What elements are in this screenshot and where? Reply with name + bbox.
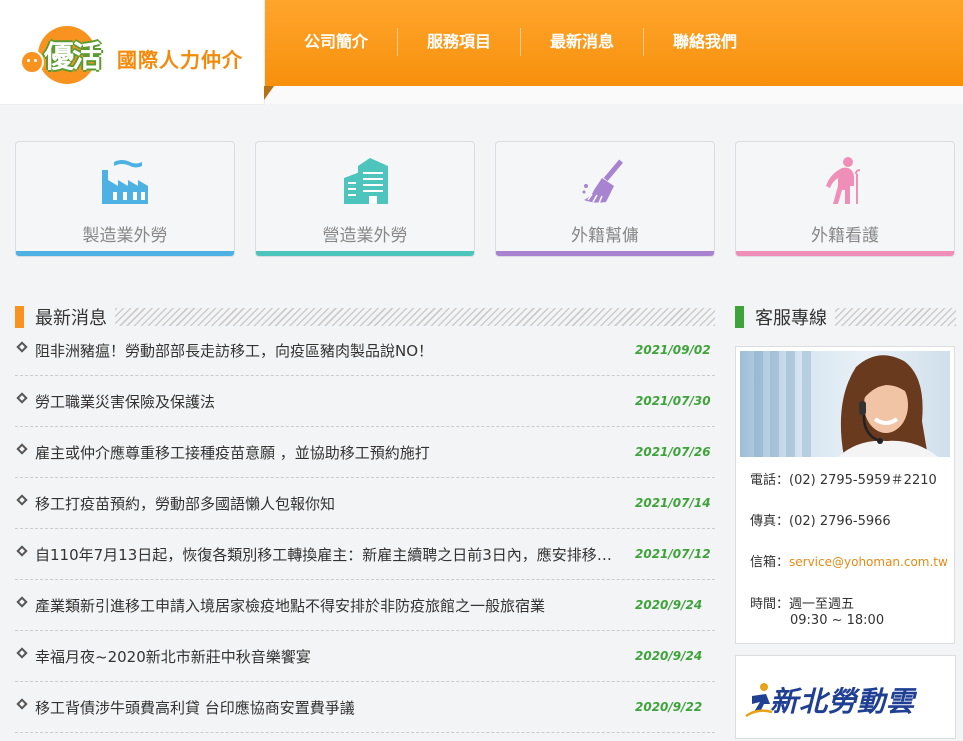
news-item[interactable]: 自110年7月13日起，恢復各類別移工轉換雇主：新雇主續聘之日前3日內，應安排移…: [15, 529, 715, 580]
news-item-date: 2021/07/12: [635, 547, 711, 561]
category-label: 營造業外勞: [322, 226, 408, 246]
category-underline: [496, 251, 714, 256]
news-item-title[interactable]: 自110年7月13日起，恢復各類別移工轉換雇主：新雇主續聘之日前3日內，應安排移…: [35, 544, 620, 565]
diamond-bullet-icon: [16, 443, 28, 455]
category-underline: [736, 251, 954, 256]
service-email-link[interactable]: service@yohoman.com.tw: [789, 555, 948, 569]
site-logo[interactable]: 優活 國際人力仲介: [0, 0, 264, 104]
news-item-title[interactable]: 阻非洲豬瘟！勞動部部長走訪移工，向疫區豬肉製品說NO！: [35, 340, 620, 361]
elder-icon: [826, 157, 861, 204]
news-item[interactable]: 勞工職業災害保險及保護法 2021/07/30: [15, 376, 715, 427]
service-phone: 電話：(02) 2795-5959＃2210: [750, 473, 937, 488]
news-item[interactable]: 產業類新引進移工申請入境居家檢疫地點不得安排於非防疫旅館之一般旅宿業 2020/…: [15, 580, 715, 631]
main-nav: 公司簡介 服務項目 最新消息 聯絡我們: [275, 28, 766, 56]
service-section-title: 客服專線: [735, 306, 956, 329]
nav-news[interactable]: 最新消息: [521, 28, 645, 56]
logo-face-icon: [20, 50, 44, 74]
photo-blind: [754, 351, 763, 457]
category-label: 製造業外勞: [82, 226, 168, 246]
news-item[interactable]: 移工背債涉牛頭費高利貸 台印應協商安置費爭議 2020/9/22: [15, 682, 715, 733]
photo-blind: [770, 351, 779, 457]
service-email-label: 信箱：: [750, 555, 790, 570]
news-item-title[interactable]: 移工背債涉牛頭費高利貸 台印應協商安置費爭議: [35, 697, 620, 718]
broom-icon: [582, 159, 624, 204]
news-item-title[interactable]: 幸福月夜~2020新北市新莊中秋音樂饗宴: [35, 646, 620, 667]
service-hours-time: 09:30 ~ 18:00: [790, 613, 885, 628]
news-item[interactable]: 移工打疫苗預約，勞動部多國語懶人包報你知 2021/07/14: [15, 478, 715, 529]
news-item-title[interactable]: 勞工職業災害保險及保護法: [35, 391, 620, 412]
news-item-date: 2020/9/22: [635, 700, 703, 714]
factory-icon: [102, 160, 148, 204]
service-email-line: 信箱：service@yohoman.com.tw: [750, 551, 948, 570]
service-agent-photo: [740, 351, 950, 457]
service-title-mark: [735, 306, 744, 328]
news-item-date: 2021/07/14: [635, 496, 711, 510]
category-underline: [256, 251, 474, 256]
service-fax: 傳真：(02) 2796-5966: [750, 514, 891, 529]
nav-services[interactable]: 服務項目: [398, 28, 522, 56]
category-label: 外籍幫傭: [571, 226, 639, 246]
building-icon: [344, 158, 388, 204]
news-item[interactable]: 雇主或仲介應尊重移工接種疫苗意願 ，並協助移工預約施打 2021/07/26: [15, 427, 715, 478]
diamond-bullet-icon: [16, 698, 28, 710]
nav-contact[interactable]: 聯絡我們: [644, 28, 766, 56]
news-item[interactable]: 阻非洲豬瘟！勞動部部長走訪移工，向疫區豬肉製品說NO！ 2021/09/02: [15, 325, 715, 376]
photo-blind: [802, 351, 811, 457]
category-card-caregiver[interactable]: 外籍看護: [735, 141, 955, 257]
diamond-bullet-icon: [16, 341, 28, 353]
logo-text: 國際人力仲介: [117, 48, 243, 72]
category-label: 外籍看護: [811, 226, 879, 246]
category-card-construction[interactable]: 營造業外勞: [255, 141, 475, 257]
news-item-date: 2020/9/24: [635, 649, 703, 663]
news-title-hatch: [115, 308, 715, 326]
category-underline: [16, 251, 234, 256]
service-title: 客服專線: [755, 308, 827, 329]
news-item-title[interactable]: 移工打疫苗預約，勞動部多國語懶人包報你知: [35, 493, 620, 514]
ntpc-labor-cloud-banner[interactable]: 新北勞動雲: [735, 655, 956, 739]
site-header: 優活 國際人力仲介 公司簡介 服務項目 最新消息 聯絡我們: [0, 0, 963, 104]
news-item-date: 2021/09/02: [635, 343, 711, 357]
news-item-date: 2021/07/26: [635, 445, 711, 459]
photo-blind: [786, 351, 795, 457]
service-hours-label: 時間：週一至週五: [750, 597, 855, 612]
service-box: 電話：(02) 2795-5959＃2210 傳真：(02) 2796-5966…: [735, 346, 955, 644]
nav-about[interactable]: 公司簡介: [275, 28, 399, 56]
diamond-bullet-icon: [16, 596, 28, 608]
news-item-date: 2020/9/24: [635, 598, 703, 612]
diamond-bullet-icon: [16, 647, 28, 659]
diamond-bullet-icon: [16, 392, 28, 404]
news-item-title[interactable]: 產業類新引進移工申請入境居家檢疫地點不得安排於非防疫旅館之一般旅宿業: [35, 595, 620, 616]
banner-text: 新北勞動雲: [770, 685, 916, 718]
news-list: 阻非洲豬瘟！勞動部部長走訪移工，向疫區豬肉製品說NO！ 2021/09/02 勞…: [15, 325, 715, 733]
category-card-domestic-helper[interactable]: 外籍幫傭: [495, 141, 715, 257]
service-title-hatch: [835, 308, 956, 326]
news-item-date: 2021/07/30: [635, 394, 711, 408]
news-item[interactable]: 幸福月夜~2020新北市新莊中秋音樂饗宴 2020/9/24: [15, 631, 715, 682]
agent-figure: [838, 355, 938, 457]
category-card-manufacturing[interactable]: 製造業外勞: [15, 141, 235, 257]
diamond-bullet-icon: [16, 494, 28, 506]
news-item-title[interactable]: 雇主或仲介應尊重移工接種疫苗意願 ，並協助移工預約施打: [35, 442, 620, 463]
logo-fold: [264, 86, 274, 100]
diamond-bullet-icon: [16, 545, 28, 557]
logo-mark: 優活: [44, 40, 102, 75]
